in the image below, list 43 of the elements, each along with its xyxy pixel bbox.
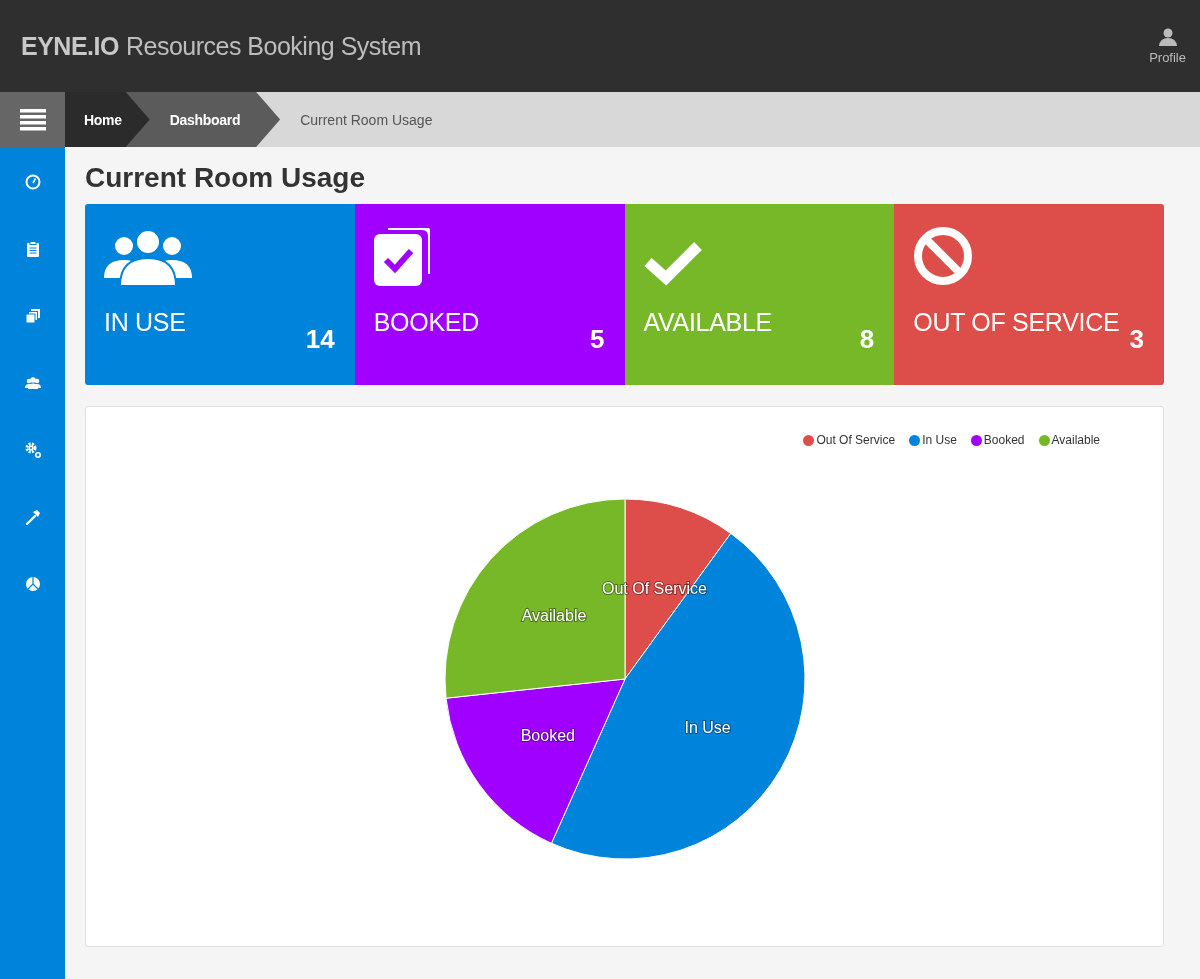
breadcrumb-link[interactable]: Dashboard: [149, 92, 281, 147]
brand-name: EYNE.IO: [21, 31, 119, 60]
stat-count: 14: [305, 324, 335, 355]
stat-count: 8: [859, 324, 875, 355]
stat-count: 5: [590, 324, 605, 355]
nav-link[interactable]: [24, 576, 41, 592]
gears-icon: [24, 442, 41, 458]
nav-link[interactable]: [24, 442, 41, 458]
stat-label: IN USE: [104, 308, 186, 337]
stat-count: 3: [1129, 324, 1144, 355]
nav-link[interactable]: [24, 509, 41, 525]
legend-label: In Use: [922, 433, 957, 447]
legend-label: Out Of Service: [816, 433, 896, 447]
nav-link[interactable]: [24, 308, 41, 324]
checkmark-icon: [643, 240, 702, 286]
menu-icon: [19, 108, 46, 131]
stat-label: OUT OF SERVICE: [913, 308, 1120, 337]
menu-button[interactable]: [0, 92, 65, 147]
nav-link[interactable]: [24, 375, 41, 391]
clipboard-icon: [24, 241, 41, 257]
breadcrumb-current: Current Room Usage: [299, 110, 433, 130]
page-title: Current Room Usage: [85, 161, 367, 194]
slice-label: In Use: [683, 718, 731, 736]
pie-chart-icon: [24, 576, 41, 592]
prohibited-icon: [913, 226, 974, 286]
breadcrumb-link[interactable]: Home: [65, 92, 150, 147]
nav-link[interactable]: [24, 241, 41, 257]
users-icon: [104, 230, 192, 286]
stacked-squares-icon: [24, 308, 41, 324]
user-icon: [1158, 27, 1177, 46]
gauge-icon: [24, 174, 41, 190]
slice-label: Booked: [520, 727, 575, 745]
book-check-icon: [373, 228, 430, 286]
nav-link[interactable]: [24, 174, 41, 190]
profile-button[interactable]: Profile: [1149, 27, 1186, 65]
slice-label: Available: [521, 607, 586, 625]
app-title: Resources Booking System: [125, 31, 421, 60]
users-icon: [24, 375, 41, 391]
legend-label: Booked: [983, 433, 1025, 447]
legend-label: Available: [1051, 433, 1100, 447]
stat-label: AVAILABLE: [643, 308, 772, 337]
hammer-icon: [24, 509, 41, 525]
stat-label: BOOKED: [373, 308, 479, 337]
